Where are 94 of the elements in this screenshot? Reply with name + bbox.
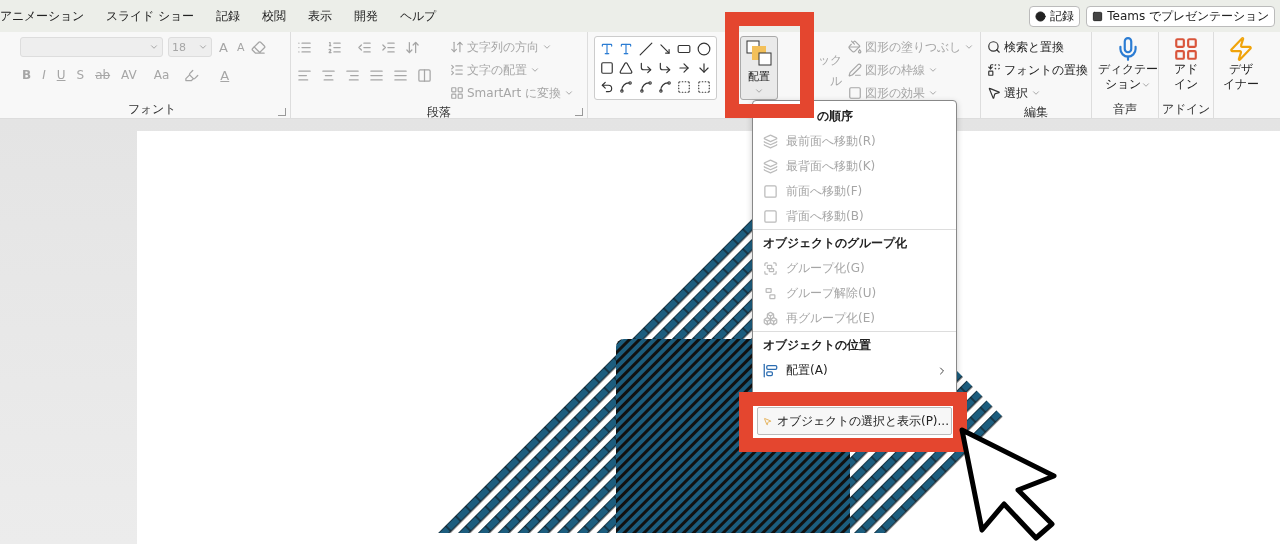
menu-item[interactable]: オブジェクトの選択と表示(P)... [757, 407, 952, 435]
arrange-icon [746, 40, 773, 66]
grow-font-button[interactable]: A [217, 39, 230, 55]
command-icon [848, 86, 862, 100]
caret-icon [563, 88, 574, 98]
caret-icon [754, 86, 765, 96]
search-icon [987, 40, 1001, 54]
menu-item[interactable]: 配置(A) [753, 358, 956, 383]
record-icon [1035, 10, 1047, 22]
present-button[interactable]: Teams でプレゼンテーション [1086, 5, 1275, 27]
text-box-icon[interactable] [599, 41, 614, 56]
grid-icon [1173, 36, 1199, 62]
caret-icon [198, 42, 208, 52]
paragraph-icon[interactable] [297, 39, 312, 55]
font-replace-icon [987, 63, 1001, 77]
teams-icon [1092, 10, 1104, 22]
connector-icon[interactable] [658, 61, 672, 75]
group-label: アドイン [1162, 101, 1210, 118]
group-label: フォント [128, 101, 176, 118]
command-icon [450, 40, 464, 54]
arrow-icon[interactable] [658, 41, 672, 56]
rounded-square-icon[interactable] [599, 61, 614, 75]
record-button[interactable]: 記録 [1029, 5, 1081, 27]
font-color-button[interactable]: A [218, 67, 232, 83]
paragraph-icon[interactable] [405, 39, 420, 55]
launcher-icon[interactable] [278, 108, 286, 116]
format-button[interactable]: ab [93, 68, 113, 82]
format-button[interactable]: U [54, 68, 68, 82]
command-icon [450, 86, 464, 100]
menu-item-icon [763, 134, 778, 149]
format-button[interactable]: B [20, 68, 34, 82]
menu-item-icon [763, 209, 778, 224]
ribbon-tab[interactable]: 開発 [353, 7, 378, 25]
quick-style-label: ック [818, 52, 842, 69]
group-label: 編集 [1024, 104, 1048, 121]
paragraph-icon[interactable] [381, 39, 396, 55]
command-icon [848, 40, 862, 54]
menu-item-icon [763, 286, 778, 301]
caret-icon [964, 42, 974, 52]
line-icon[interactable] [638, 41, 653, 56]
ribbon-tab[interactable]: 表示 [307, 7, 332, 25]
designer-icon [1228, 36, 1254, 62]
ribbon-tab[interactable]: スライド ショー [106, 7, 194, 25]
format-button[interactable]: I [40, 68, 48, 82]
menu-item-icon [763, 311, 778, 326]
group-label: 音声 [1113, 101, 1137, 118]
shrink-font-button[interactable]: A [234, 40, 247, 54]
caret-icon [928, 88, 938, 98]
quick-style-label: ル [830, 73, 842, 90]
format-button[interactable]: S [74, 68, 87, 82]
command-icon [848, 63, 862, 77]
caret-icon [542, 42, 552, 52]
connector-icon[interactable] [638, 61, 653, 75]
ribbon-tab[interactable]: アニメーション [0, 7, 84, 25]
caret-icon [928, 65, 938, 75]
caret-icon [530, 65, 540, 75]
addins-button[interactable]: アド イン [1173, 36, 1199, 101]
paragraph-icon[interactable] [357, 39, 372, 55]
caret-icon [149, 42, 159, 52]
menu-section-header: オブジェクトの位置 [753, 331, 956, 358]
menu-item-icon [763, 363, 778, 378]
ribbon-tab[interactable]: 校閲 [261, 7, 286, 25]
curve-icon[interactable] [638, 80, 653, 95]
block-arrow-icon[interactable] [696, 61, 711, 75]
caret-icon [1031, 88, 1041, 98]
pointer-icon [987, 86, 1001, 100]
arc-icon[interactable] [658, 80, 672, 95]
menu-item-icon [763, 261, 778, 276]
oval-icon[interactable] [696, 41, 711, 56]
launcher-icon[interactable] [575, 108, 583, 116]
format-button[interactable]: Aa [151, 68, 172, 82]
clear-format-icon[interactable] [251, 39, 267, 55]
menu-section-header: の順序 [816, 108, 854, 125]
ribbon-tab[interactable]: 記録 [215, 7, 240, 25]
dictation-button[interactable]: ディクテー ション [1098, 36, 1158, 101]
paragraph-icon[interactable] [327, 39, 342, 55]
editing-command[interactable]: フォントの置換 [987, 59, 1088, 81]
font-name-field[interactable] [20, 37, 163, 57]
font-size-field[interactable]: 18 [168, 37, 212, 57]
group-label: 段落 [427, 104, 451, 121]
text-box-icon[interactable] [619, 41, 634, 56]
editing-command[interactable]: 検索と置換 [987, 36, 1088, 58]
highlighter-icon[interactable] [184, 67, 200, 83]
menu-item-icon [763, 159, 778, 174]
format-button[interactable]: AV [119, 68, 139, 82]
command-icon [450, 63, 464, 77]
editing-command[interactable]: 選択 [987, 82, 1088, 104]
triangle-icon[interactable] [619, 61, 634, 75]
menu-section-header: オブジェクトのグループ化 [753, 229, 956, 256]
ribbon-tab[interactable]: ヘルプ [399, 7, 436, 25]
scribble-icon[interactable] [619, 80, 634, 95]
menu-item-icon [763, 184, 778, 199]
designer-button[interactable]: デザ イナー [1223, 36, 1259, 106]
arrange-button[interactable]: 配置 [740, 36, 778, 100]
